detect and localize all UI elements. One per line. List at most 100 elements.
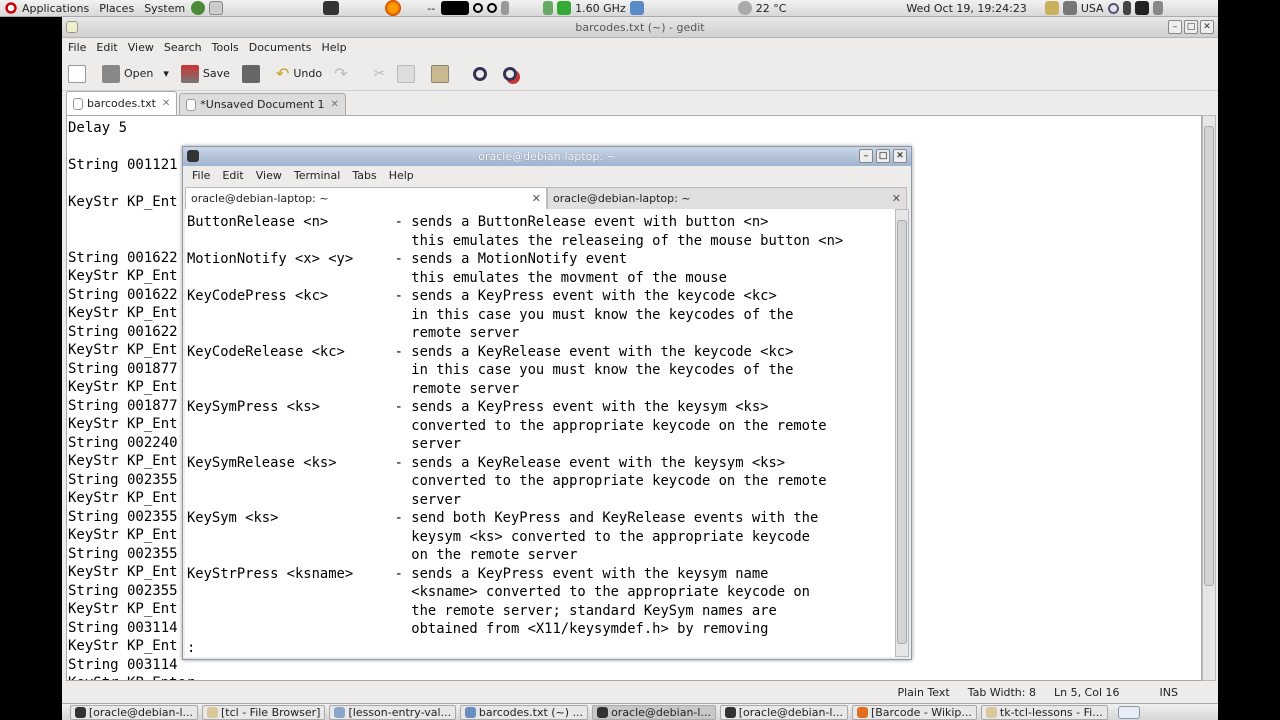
tab-width[interactable]: Tab Width: 8: [968, 686, 1036, 699]
terminal-tab-2[interactable]: oracle@debian-laptop: ~ ✕: [547, 187, 907, 209]
battery-icon: [543, 1, 554, 15]
find-replace-icon: [503, 66, 518, 81]
redo-icon: ↷: [334, 64, 348, 83]
terminal-menu-file[interactable]: File: [192, 169, 210, 182]
taskbar-item-label: [oracle@debian-l...: [738, 705, 843, 719]
paste-button[interactable]: [431, 64, 453, 83]
cut-button[interactable]: ✂: [374, 66, 386, 82]
undo-button[interactable]: ↶ Undo: [276, 64, 322, 83]
scrollbar-thumb[interactable]: [1204, 126, 1214, 586]
scrollbar-thumb[interactable]: [897, 220, 907, 644]
menu-search[interactable]: Search: [164, 41, 202, 54]
notes-icon[interactable]: [1044, 1, 1059, 15]
taskbar-item[interactable]: [oracle@debian-l...: [70, 704, 198, 720]
gedit-toolbar: Open ▾ Save ↶ Undo ↷ ✂: [62, 57, 1218, 91]
gedit-title: barcodes.txt (~) - gedit: [575, 21, 705, 34]
taskbar-item[interactable]: [lesson-entry-val...: [329, 704, 457, 720]
maximize-button[interactable]: □: [1184, 20, 1198, 34]
copy-button[interactable]: [397, 64, 419, 83]
taskbar-item[interactable]: [Barcode - Wikip...: [851, 704, 977, 720]
menu-view[interactable]: View: [128, 41, 154, 54]
bottom-taskbar: [oracle@debian-l... [tcl - File Browser] […: [62, 703, 1218, 720]
globe-icon[interactable]: [191, 1, 206, 15]
clock[interactable]: Wed Oct 19, 19:24:23: [906, 2, 1026, 15]
new-document-icon: [68, 64, 86, 83]
search-icon: [473, 66, 488, 81]
close-icon[interactable]: ✕: [892, 192, 901, 205]
window-icon: [334, 706, 346, 718]
open-button[interactable]: Open ▾: [102, 64, 169, 83]
workspace-switcher-icon[interactable]: [1117, 705, 1140, 719]
save-button[interactable]: Save: [180, 64, 230, 83]
close-icon[interactable]: ✕: [532, 192, 541, 205]
cpu-frequency: 1.60 GHz: [575, 1, 626, 15]
terminal-window: oracle@debian-laptop: ~ – □ ✕ File Edit …: [182, 146, 912, 660]
keyboard-layout[interactable]: USA: [1081, 2, 1104, 15]
firefox-icon[interactable]: [385, 0, 402, 16]
taskbar-item-label: oracle@debian-l...: [611, 705, 711, 719]
menu-file[interactable]: File: [68, 41, 86, 54]
chevron-down-icon[interactable]: ▾: [163, 67, 169, 80]
terminal-maximize-button[interactable]: □: [876, 149, 890, 163]
network-icon: [629, 1, 644, 15]
minimize-button[interactable]: –: [1168, 20, 1182, 34]
terminal-app-icon: [187, 150, 199, 162]
cut-icon: ✂: [373, 65, 386, 82]
copy-icon: [397, 64, 416, 83]
gedit-titlebar[interactable]: barcodes.txt (~) - gedit – □ ✕: [62, 17, 1218, 38]
close-button[interactable]: ✕: [1200, 20, 1214, 34]
terminal-menu-help[interactable]: Help: [389, 169, 414, 182]
taskbar-item[interactable]: tk-tcl-lessons - Fi...: [980, 704, 1108, 720]
tab-barcodes[interactable]: barcodes.txt ✕: [66, 91, 178, 115]
print-button[interactable]: [241, 64, 264, 83]
printer-icon: [241, 64, 260, 83]
new-button[interactable]: [68, 64, 90, 83]
gedit-vertical-scrollbar[interactable]: [1202, 115, 1216, 681]
replace-button[interactable]: [503, 66, 521, 81]
top-panel: Applications Places System -- 1.60 GHz 2…: [0, 0, 1218, 17]
terminal-menu-terminal[interactable]: Terminal: [294, 169, 341, 182]
tab-unsaved-document[interactable]: *Unsaved Document 1 ✕: [179, 93, 346, 115]
close-icon[interactable]: ✕: [162, 98, 170, 109]
close-icon[interactable]: ✕: [331, 99, 339, 110]
terminal-close-button[interactable]: ✕: [893, 149, 907, 163]
terminal-tab-1[interactable]: oracle@debian-laptop: ~ ✕: [185, 187, 547, 209]
terminal-minimize-button[interactable]: –: [859, 149, 873, 163]
menu-edit[interactable]: Edit: [96, 41, 117, 54]
phone-icon: [1122, 1, 1131, 15]
taskbar-item[interactable]: oracle@debian-l...: [592, 704, 716, 720]
terminal-titlebar[interactable]: oracle@debian-laptop: ~ – □ ✕: [183, 147, 911, 166]
mail-icon[interactable]: [209, 1, 224, 15]
text-file-icon: [73, 97, 83, 110]
taskbar-item[interactable]: barcodes.txt (~) ...: [460, 704, 589, 720]
cursor-position: Ln 5, Col 16: [1053, 685, 1120, 699]
terminal-tabbar: oracle@debian-laptop: ~ ✕ oracle@debian-l…: [185, 187, 909, 209]
taskbar-item[interactable]: [tcl - File Browser]: [202, 704, 326, 720]
taskbar-item-label: [oracle@debian-l...: [88, 705, 193, 719]
applications-menu[interactable]: Applications: [0, 1, 89, 15]
terminal-launcher-icon[interactable]: [323, 1, 340, 15]
taskbar-item-label: [tcl - File Browser]: [221, 705, 321, 719]
system-menu[interactable]: System: [144, 1, 227, 15]
volume-icon[interactable]: [1152, 1, 1163, 15]
monitor-icon: [441, 1, 470, 15]
redo-button[interactable]: ↷: [334, 64, 347, 83]
language-mode[interactable]: Plain Text: [897, 686, 949, 699]
menu-tools[interactable]: Tools: [212, 41, 239, 54]
taskbar-item-label: [lesson-entry-val...: [348, 705, 452, 719]
places-menu[interactable]: Places: [99, 2, 134, 15]
terminal-title: oracle@debian-laptop: ~: [478, 150, 616, 163]
menu-documents[interactable]: Documents: [249, 41, 312, 54]
terminal-menu-view[interactable]: View: [256, 169, 282, 182]
terminal-vertical-scrollbar[interactable]: [895, 209, 909, 657]
temperature: 22 °C: [755, 1, 787, 15]
terminal-menu-edit[interactable]: Edit: [222, 169, 243, 182]
menu-help[interactable]: Help: [321, 41, 346, 54]
taskbar-item[interactable]: [oracle@debian-l...: [719, 704, 848, 720]
undo-icon: ↶: [275, 64, 290, 83]
taskbar-item-label: [Barcode - Wikip...: [870, 705, 972, 719]
search-icon[interactable]: [1107, 2, 1119, 14]
terminal-output[interactable]: ButtonRelease <n> - sends a ButtonReleas…: [185, 209, 895, 657]
terminal-menu-tabs[interactable]: Tabs: [352, 169, 376, 182]
find-button[interactable]: [473, 66, 491, 81]
